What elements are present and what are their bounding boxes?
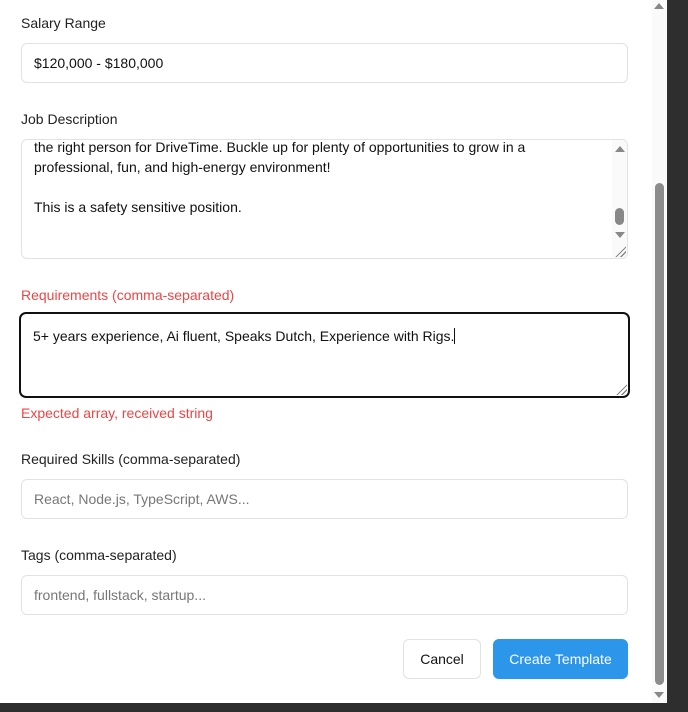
scroll-up-icon[interactable] — [615, 146, 625, 152]
scroll-down-icon[interactable] — [615, 232, 625, 238]
description-scrollbar[interactable] — [612, 140, 627, 258]
salary-input[interactable]: $120,000 - $180,000 — [21, 43, 628, 83]
skills-input[interactable]: React, Node.js, TypeScript, AWS... — [21, 479, 628, 519]
tags-input[interactable]: frontend, fullstack, startup... — [21, 575, 628, 615]
resize-handle-icon[interactable] — [614, 245, 626, 257]
text-caret — [454, 328, 456, 344]
salary-label: Salary Range — [21, 15, 106, 31]
requirements-error: Expected array, received string — [21, 405, 213, 421]
scroll-down-icon[interactable] — [654, 692, 664, 698]
resize-handle-icon[interactable] — [615, 383, 627, 395]
requirements-value: 5+ years experience, Ai fluent, Speaks D… — [33, 328, 455, 344]
requirements-label: Requirements (comma-separated) — [21, 287, 235, 303]
description-textarea[interactable]: the right person for DriveTime. Buckle u… — [21, 139, 628, 259]
description-value: the right person for DriveTime. Buckle u… — [34, 139, 526, 215]
modal-scroll-thumb[interactable] — [655, 183, 664, 685]
requirements-textarea[interactable]: 5+ years experience, Ai fluent, Speaks D… — [19, 312, 630, 398]
tags-label: Tags (comma-separated) — [21, 547, 177, 563]
skills-placeholder: React, Node.js, TypeScript, AWS... — [34, 491, 250, 507]
tags-placeholder: frontend, fullstack, startup... — [34, 587, 206, 603]
create-template-button[interactable]: Create Template — [493, 639, 628, 679]
salary-value: $120,000 - $180,000 — [34, 55, 164, 71]
skills-label: Required Skills (comma-separated) — [21, 451, 241, 467]
description-label: Job Description — [21, 111, 118, 127]
description-scroll-thumb[interactable] — [615, 208, 624, 225]
cancel-button[interactable]: Cancel — [403, 639, 481, 679]
create-template-modal: Salary Range $120,000 - $180,000 Job Des… — [0, 0, 667, 703]
modal-scrollbar[interactable] — [652, 0, 667, 703]
scroll-up-icon[interactable] — [654, 3, 664, 9]
